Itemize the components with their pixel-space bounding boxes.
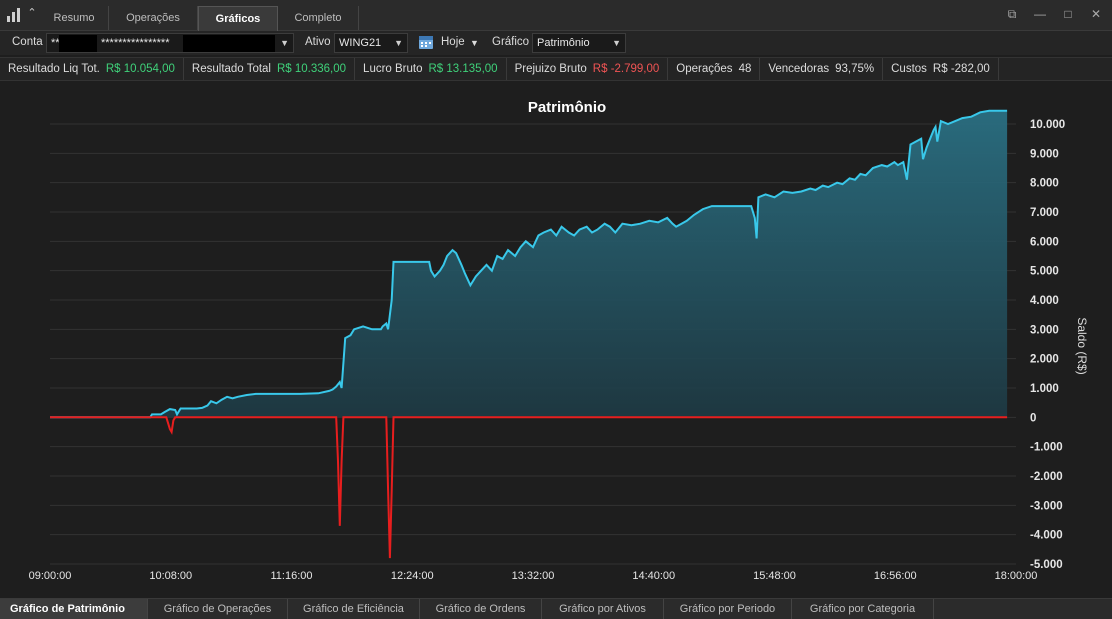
ativo-label: Ativo — [305, 36, 331, 48]
btab-ordens[interactable]: Gráfico de Ordens — [420, 599, 542, 619]
chevron-down-icon: ▼ — [394, 38, 403, 48]
filter-row: Conta ** **************** ▼ Ativo WING21… — [0, 31, 1112, 55]
y-axis-ticks: 10.000 9.000 8.000 7.000 6.000 5.000 4.000 3.00… — [1030, 119, 1065, 571]
tab-graficos[interactable]: Gráficos — [198, 6, 278, 31]
close-icon[interactable]: ✕ — [1088, 6, 1104, 22]
chart-logo-icon — [7, 8, 20, 22]
y-tick-label: -1.000 — [1030, 442, 1063, 454]
redacted-block — [183, 35, 275, 52]
popout-icon[interactable]: ⧉ — [1004, 6, 1020, 22]
btab-periodo[interactable]: Gráfico por Periodo — [664, 599, 792, 619]
btab-eficiencia[interactable]: Gráfico de Eficiência — [288, 599, 420, 619]
stat-resultado-total: Resultado Total R$ 10.336,00 — [184, 58, 356, 80]
stat-custos: Custos R$ -282,00 — [883, 58, 999, 80]
chart-svg: 10.000 9.000 8.000 7.000 6.000 5.000 4.000 3.00… — [29, 99, 1089, 582]
stat-label: Custos — [891, 63, 927, 75]
drawdown-line — [50, 416, 1008, 559]
top-tab-bar: ⌃ Resumo Operações Gráficos Completo ⧉ —… — [0, 0, 1112, 31]
stat-label: Resultado Liq Tot. — [8, 63, 100, 75]
periodo-dropdown[interactable]: Hoje — [441, 36, 465, 48]
btab-operacoes[interactable]: Gráfico de Operações — [148, 599, 288, 619]
y-tick-label: 2.000 — [1030, 354, 1059, 366]
stat-label: Lucro Bruto — [363, 63, 423, 75]
conta-masked: **************** — [101, 37, 170, 49]
x-axis-ticks: 09:00:00 10:08:00 11:16:00 12:24:00 13:32:00… — [29, 570, 1038, 582]
conta-dropdown[interactable]: ** **************** ▼ — [46, 33, 294, 53]
chart-title: Patrimônio — [528, 99, 606, 116]
x-tick-label: 18:00:00 — [995, 570, 1038, 582]
y-tick-label: 3.000 — [1030, 324, 1059, 336]
stat-value: 48 — [738, 63, 752, 75]
y-tick-label: 8.000 — [1030, 178, 1059, 190]
x-tick-label: 09:00:00 — [29, 570, 72, 582]
stat-resultado-liq: Resultado Liq Tot. R$ 10.054,00 — [0, 58, 184, 80]
grafico-value: Patrimônio — [537, 37, 590, 49]
tab-operacoes[interactable]: Operações — [109, 6, 198, 30]
y-tick-label: 5.000 — [1030, 266, 1059, 278]
btab-categoria[interactable]: Gráfico por Categoria — [792, 599, 934, 619]
window-controls: ⧉ — □ ✕ — [1004, 6, 1104, 22]
tab-completo[interactable]: Completo — [278, 6, 359, 30]
x-tick-label: 13:32:00 — [512, 570, 555, 582]
x-tick-label: 12:24:00 — [391, 570, 434, 582]
x-tick-label: 10:08:00 — [149, 570, 192, 582]
y-axis-label: Saldo (R$) — [1075, 317, 1089, 374]
stat-operacoes: Operações 48 — [668, 58, 761, 80]
y-tick-label: -2.000 — [1030, 471, 1063, 483]
calendar-icon[interactable] — [418, 34, 434, 50]
chevron-down-icon: ▼ — [280, 38, 289, 48]
stat-value: R$ 13.135,00 — [428, 63, 498, 75]
y-tick-label: 10.000 — [1030, 119, 1065, 131]
tab-resumo[interactable]: Resumo — [40, 6, 109, 30]
collapse-chevron-icon[interactable]: ⌃ — [26, 7, 38, 19]
stat-value: R$ 10.054,00 — [105, 63, 175, 75]
redacted-block — [59, 35, 97, 52]
stat-value: R$ -2.799,00 — [592, 63, 660, 75]
y-tick-label: 6.000 — [1030, 236, 1059, 248]
x-tick-label: 11:16:00 — [270, 570, 312, 582]
x-tick-label: 16:56:00 — [874, 570, 917, 582]
grafico-label: Gráfico — [492, 36, 530, 48]
y-tick-label: 7.000 — [1030, 207, 1059, 219]
stat-label: Resultado Total — [191, 63, 271, 75]
chart-type-tabs: Gráfico de Patrimônio Gráfico de Operaçõ… — [0, 598, 1112, 619]
stat-label: Vencedoras — [768, 63, 830, 75]
y-tick-label: 1.000 — [1030, 383, 1059, 395]
main-tabs: Resumo Operações Gráficos Completo — [40, 6, 359, 31]
btab-patrimonio[interactable]: Gráfico de Patrimônio — [0, 599, 148, 619]
stat-label: Prejuizo Bruto — [514, 63, 587, 75]
y-tick-label: 9.000 — [1030, 148, 1059, 160]
ativo-value: WING21 — [339, 37, 382, 49]
x-tick-label: 14:40:00 — [632, 570, 675, 582]
x-tick-label: 15:48:00 — [753, 570, 796, 582]
btab-ativos[interactable]: Gráfico por Ativos — [542, 599, 664, 619]
patrimonio-chart: 10.000 9.000 8.000 7.000 6.000 5.000 4.000 3.00… — [4, 84, 1108, 594]
minimize-icon[interactable]: — — [1032, 6, 1048, 22]
stat-label: Operações — [676, 63, 733, 75]
stat-value: R$ 10.336,00 — [276, 63, 347, 75]
equity-area — [50, 110, 1008, 418]
conta-label: Conta — [12, 36, 43, 48]
y-tick-label: 0 — [1030, 412, 1036, 424]
y-tick-label: -3.000 — [1030, 500, 1063, 512]
y-tick-label: -4.000 — [1030, 530, 1063, 542]
maximize-icon[interactable]: □ — [1060, 6, 1076, 22]
ativo-dropdown[interactable]: WING21 ▼ — [334, 33, 408, 53]
y-tick-label: 4.000 — [1030, 295, 1059, 307]
stat-vencedoras: Vencedoras 93,75% — [760, 58, 884, 80]
chevron-down-icon[interactable]: ▼ — [470, 38, 479, 48]
stat-lucro-bruto: Lucro Bruto R$ 13.135,00 — [355, 58, 507, 80]
chevron-down-icon: ▼ — [612, 38, 621, 48]
grafico-dropdown[interactable]: Patrimônio ▼ — [532, 33, 626, 53]
stat-value: 93,75% — [835, 63, 875, 75]
stat-value: R$ -282,00 — [932, 63, 990, 75]
stats-row: Resultado Liq Tot. R$ 10.054,00 Resultado… — [0, 57, 1112, 81]
stat-prejuizo-bruto: Prejuizo Bruto R$ -2.799,00 — [507, 58, 669, 80]
